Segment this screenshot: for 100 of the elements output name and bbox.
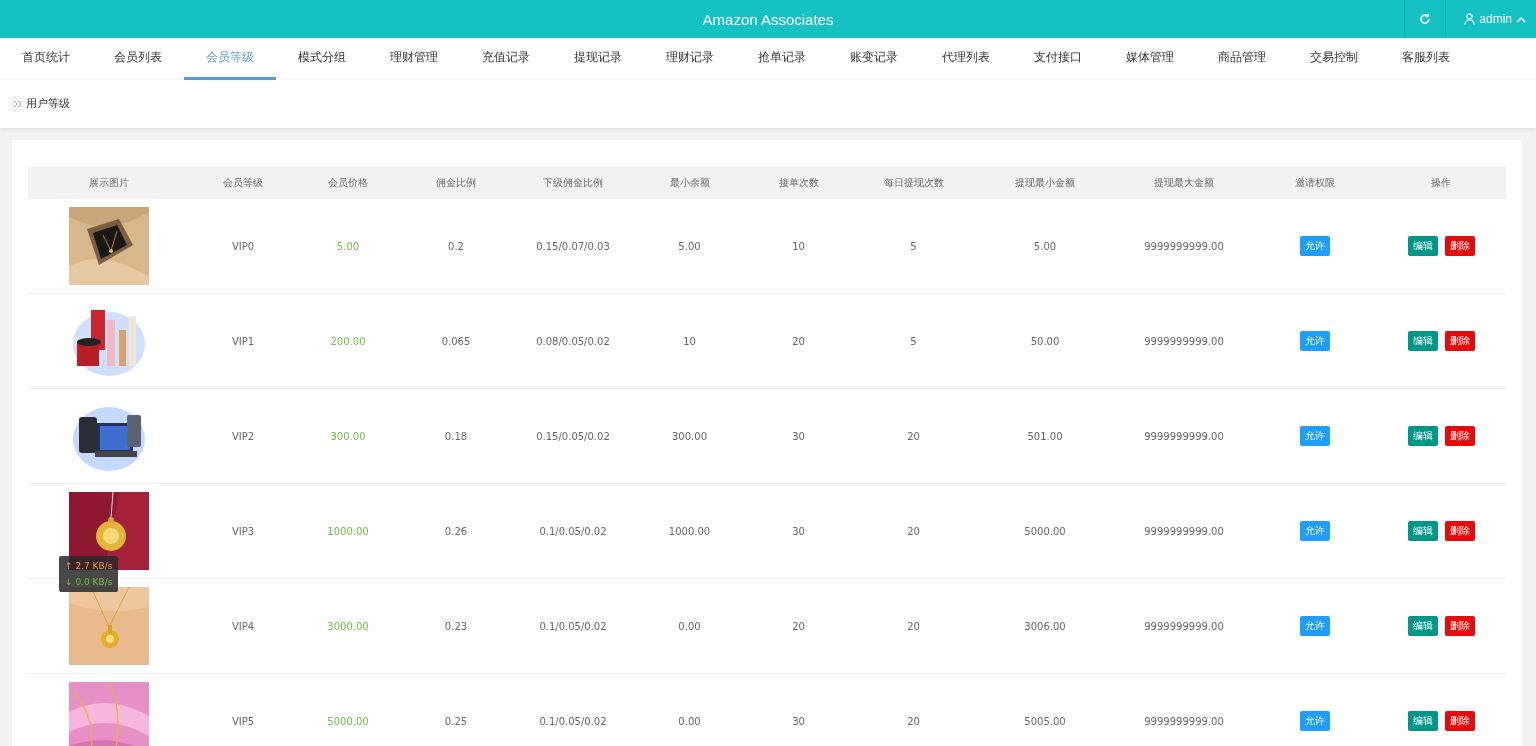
column-header: 佣金比例 xyxy=(400,167,512,199)
column-header: 会员价格 xyxy=(296,167,400,199)
column-header: 提现最小金额 xyxy=(975,167,1115,199)
table-cell: 0.26 xyxy=(400,483,512,579)
nav-tab[interactable]: 客服列表 xyxy=(1380,38,1472,80)
table-cell: 50.00 xyxy=(975,293,1115,389)
column-header: 每日提现次数 xyxy=(852,167,975,199)
permission-tag: 允许 xyxy=(1299,236,1330,256)
table-cell: 200.00 xyxy=(296,293,400,389)
nav-tab[interactable]: 媒体管理 xyxy=(1104,38,1196,80)
nav-tab[interactable]: 抢单记录 xyxy=(736,38,828,80)
nav-tab[interactable]: 充值记录 xyxy=(460,38,552,80)
table-cell: VIP1 xyxy=(190,293,296,389)
upload-speed: ↑ 2.7 KB/s xyxy=(65,560,113,573)
table-cell: VIP5 xyxy=(190,673,296,746)
app-title: Amazon Associates xyxy=(702,10,834,28)
nav-tab[interactable]: 交易控制 xyxy=(1288,38,1380,80)
column-header: 提现最大金额 xyxy=(1115,167,1253,199)
permission-tag: 允许 xyxy=(1299,521,1330,541)
table-cell: 0.065 xyxy=(400,293,512,389)
nav-tab[interactable]: 会员列表 xyxy=(92,38,184,80)
nav-tab[interactable]: 模式分组 xyxy=(276,38,368,80)
table-cell: 20 xyxy=(852,483,975,579)
column-header: 下级佣金比例 xyxy=(512,167,634,199)
edit-button[interactable]: 编辑 xyxy=(1407,616,1438,636)
table-cell: 0.1/0.05/0.02 xyxy=(512,673,634,746)
table-cell: 20 xyxy=(852,388,975,484)
table-cell: 0.00 xyxy=(634,578,745,674)
table-cell: 0.08/0.05/0.02 xyxy=(512,293,634,389)
nav-tab[interactable]: 支付接口 xyxy=(1012,38,1104,80)
table-cell: 0.2 xyxy=(400,199,512,294)
user-icon xyxy=(1464,13,1476,25)
download-speed: ↓ 0.0 KB/s xyxy=(65,576,113,589)
table-cell: 9999999999.00 xyxy=(1115,673,1253,746)
permission-tag: 允许 xyxy=(1299,331,1330,351)
table-cell: 1000.00 xyxy=(634,483,745,579)
table-cell: 5000.00 xyxy=(975,483,1115,579)
table-cell: 5 xyxy=(852,293,975,389)
delete-button[interactable]: 删除 xyxy=(1444,331,1475,351)
double-chevron-icon xyxy=(13,100,22,108)
nav-tab[interactable]: 理财记录 xyxy=(644,38,736,80)
edit-button[interactable]: 编辑 xyxy=(1407,426,1438,446)
column-header: 展示图片 xyxy=(28,167,190,199)
table-cell: 5 xyxy=(852,199,975,294)
table-cell: 0.1/0.05/0.02 xyxy=(512,578,634,674)
nav-tab[interactable]: 理财管理 xyxy=(368,38,460,80)
edit-button[interactable]: 编辑 xyxy=(1407,521,1438,541)
table-cell: 30 xyxy=(745,388,852,484)
delete-button[interactable]: 删除 xyxy=(1444,521,1475,541)
table-cell: 9999999999.00 xyxy=(1115,199,1253,294)
table-cell: 9999999999.00 xyxy=(1115,483,1253,579)
nav-tab[interactable]: 提现记录 xyxy=(552,38,644,80)
table-cell: 5.00 xyxy=(975,199,1115,294)
table-cell: 0.23 xyxy=(400,578,512,674)
column-header: 最小余额 xyxy=(634,167,745,199)
delete-button[interactable]: 删除 xyxy=(1444,236,1475,256)
column-header: 接单次数 xyxy=(745,167,852,199)
table-cell: 9999999999.00 xyxy=(1115,388,1253,484)
caret-icon xyxy=(1516,15,1526,23)
table-cell: 20 xyxy=(745,293,852,389)
table-cell: 0.15/0.07/0.03 xyxy=(512,199,634,294)
column-header: 邀请权限 xyxy=(1253,167,1376,199)
table-cell: 501.00 xyxy=(975,388,1115,484)
table-cell: 20 xyxy=(745,578,852,674)
table-cell: 9999999999.00 xyxy=(1115,578,1253,674)
table-cell: 0.00 xyxy=(634,673,745,746)
table-cell: VIP2 xyxy=(190,388,296,484)
column-header: 会员等级 xyxy=(190,167,296,199)
table-cell: 10 xyxy=(745,199,852,294)
table-cell: 3006.00 xyxy=(975,578,1115,674)
edit-button[interactable]: 编辑 xyxy=(1407,331,1438,351)
column-header: 操作 xyxy=(1376,167,1506,199)
table-cell: 5005.00 xyxy=(975,673,1115,746)
refresh-icon xyxy=(1419,13,1432,25)
edit-button[interactable]: 编辑 xyxy=(1407,711,1438,731)
table-cell: 5.00 xyxy=(634,199,745,294)
table-cell: 20 xyxy=(852,578,975,674)
nav-tab[interactable]: 账变记录 xyxy=(828,38,920,80)
permission-tag: 允许 xyxy=(1299,616,1330,636)
table-cell: VIP0 xyxy=(190,199,296,294)
table-cell: 5000.00 xyxy=(296,673,400,746)
table-cell: VIP3 xyxy=(190,483,296,579)
delete-button[interactable]: 删除 xyxy=(1444,711,1475,731)
table-cell: 3000.00 xyxy=(296,578,400,674)
delete-button[interactable]: 删除 xyxy=(1444,426,1475,446)
nav-tab[interactable]: 商品管理 xyxy=(1196,38,1288,80)
table-cell: 300.00 xyxy=(296,388,400,484)
table-cell: 10 xyxy=(634,293,745,389)
table-cell: 30 xyxy=(745,673,852,746)
delete-button[interactable]: 删除 xyxy=(1444,616,1475,636)
table-cell: 20 xyxy=(852,673,975,746)
nav-tab[interactable]: 首页统计 xyxy=(0,38,92,80)
table-cell: 0.15/0.05/0.02 xyxy=(512,388,634,484)
table-cell: 1000.00 xyxy=(296,483,400,579)
table-cell: 0.1/0.05/0.02 xyxy=(512,483,634,579)
edit-button[interactable]: 编辑 xyxy=(1407,236,1438,256)
table-cell: 5.00 xyxy=(296,199,400,294)
nav-tab[interactable]: 代理列表 xyxy=(920,38,1012,80)
table-cell: 300.00 xyxy=(634,388,745,484)
breadcrumb: 用户等级 xyxy=(26,97,70,111)
